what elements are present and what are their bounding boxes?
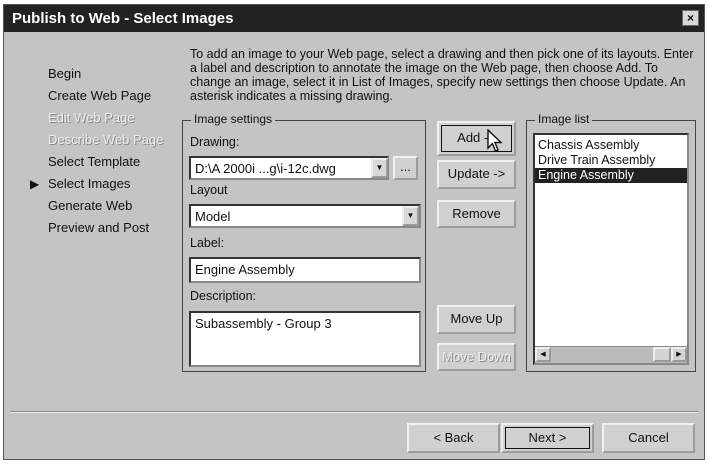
- publish-to-web-dialog: Publish to Web - Select Images × ▶ Begin…: [3, 4, 705, 460]
- scroll-thumb[interactable]: [653, 347, 671, 362]
- step-generate-web: Generate Web: [48, 198, 133, 213]
- list-item[interactable]: Chassis Assembly: [535, 138, 687, 153]
- move-up-label: Move Up: [450, 311, 503, 326]
- triangle-left-icon: ◀: [540, 351, 546, 358]
- next-label: Next >: [528, 430, 567, 445]
- step-select-images: Select Images: [48, 176, 131, 191]
- back-button[interactable]: < Back: [407, 423, 500, 453]
- image-settings-group: Image settings Drawing: D:\A 2000i ...g\…: [182, 112, 426, 372]
- move-down-button[interactable]: Move Down: [437, 343, 516, 371]
- title-bar: Publish to Web - Select Images ×: [4, 5, 704, 32]
- current-step-arrow-icon: ▶: [30, 177, 40, 191]
- list-item[interactable]: Engine Assembly: [535, 168, 687, 183]
- step-edit-web-page: Edit Web Page: [48, 110, 135, 125]
- update-label: Update ->: [447, 166, 506, 181]
- drawing-label: Drawing:: [190, 135, 240, 149]
- drawing-value: D:\A 2000i ...g\i-12c.dwg: [195, 161, 336, 176]
- label-value: Engine Assembly: [195, 262, 295, 277]
- mouse-cursor-icon: [487, 129, 503, 152]
- layout-label: Layout: [190, 183, 228, 197]
- browse-drawing-button[interactable]: ...: [393, 156, 418, 180]
- add-button[interactable]: Add ->: [437, 121, 516, 156]
- next-button[interactable]: Next >: [501, 423, 594, 453]
- image-list-group: Image list Chassis Assembly Drive Train …: [526, 112, 696, 372]
- close-icon: ×: [686, 11, 694, 25]
- remove-button[interactable]: Remove: [437, 200, 516, 228]
- layout-value: Model: [195, 209, 231, 224]
- step-create-web-page: Create Web Page: [48, 88, 152, 103]
- image-settings-title: Image settings: [191, 112, 276, 126]
- label-field-label: Label:: [190, 236, 225, 250]
- remove-label: Remove: [452, 206, 501, 221]
- triangle-down-icon: ▼: [375, 163, 384, 172]
- list-item[interactable]: Drive Train Assembly: [535, 153, 687, 168]
- update-button[interactable]: Update ->: [437, 160, 516, 189]
- cancel-button[interactable]: Cancel: [602, 423, 695, 453]
- footer-separator: [10, 411, 698, 413]
- layout-select[interactable]: Model: [189, 204, 421, 228]
- scroll-right-button[interactable]: ▶: [671, 347, 687, 362]
- window-title: Publish to Web - Select Images: [12, 10, 234, 27]
- drawing-select[interactable]: D:\A 2000i ...g\i-12c.dwg: [189, 156, 389, 180]
- description-value: Subassembly - Group 3: [195, 316, 332, 331]
- move-down-label: Move Down: [442, 349, 511, 364]
- triangle-right-icon: ▶: [676, 351, 682, 358]
- label-input[interactable]: Engine Assembly: [189, 257, 421, 283]
- triangle-down-icon: ▼: [406, 211, 415, 220]
- step-preview-and-post: Preview and Post: [48, 220, 150, 235]
- browse-label: ...: [400, 159, 411, 174]
- step-select-template: Select Template: [48, 154, 141, 169]
- step-describe-web-page: Describe Web Page: [48, 132, 164, 147]
- close-button[interactable]: ×: [682, 10, 699, 26]
- drawing-dropdown-button[interactable]: ▼: [371, 158, 388, 178]
- image-list-title: Image list: [535, 112, 593, 126]
- horizontal-scrollbar[interactable]: ◀ ▶: [535, 346, 687, 363]
- layout-dropdown-button[interactable]: ▼: [402, 206, 419, 226]
- scroll-left-button[interactable]: ◀: [535, 347, 551, 362]
- image-list[interactable]: Chassis Assembly Drive Train Assembly En…: [533, 133, 689, 365]
- cancel-label: Cancel: [628, 430, 669, 445]
- wizard-steps: Begin Create Web Page Edit Web Page Desc…: [48, 63, 163, 239]
- description-label: Description:: [190, 289, 256, 303]
- back-label: < Back: [433, 430, 474, 445]
- instructions-text: To add an image to your Web page, select…: [190, 47, 694, 103]
- step-begin: Begin: [48, 66, 82, 81]
- description-textarea[interactable]: Subassembly - Group 3: [189, 311, 421, 367]
- move-up-button[interactable]: Move Up: [437, 305, 516, 334]
